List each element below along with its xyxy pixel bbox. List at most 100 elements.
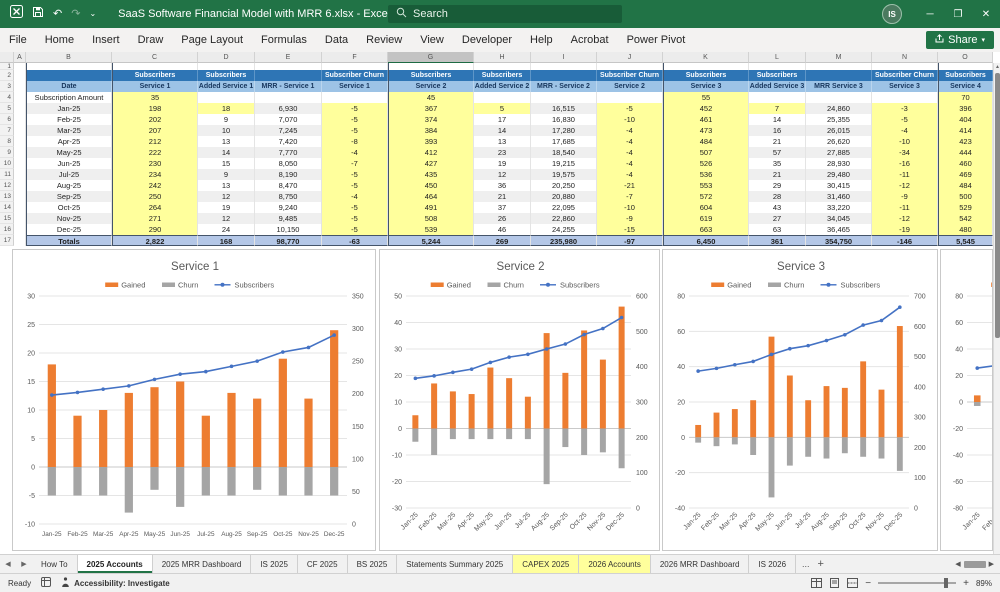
cell[interactable]: Sep-25	[26, 191, 112, 202]
cell[interactable]	[531, 63, 597, 70]
cell[interactable]: 572	[663, 191, 749, 202]
cell[interactable]: 469	[938, 169, 993, 180]
cell[interactable]: -5	[322, 180, 388, 191]
horizontal-scrollbar[interactable]: ◀ ▶	[955, 555, 1000, 573]
row-header-5[interactable]: 5	[0, 103, 14, 114]
cell[interactable]: 367	[388, 103, 474, 114]
cell[interactable]	[938, 63, 993, 70]
cell[interactable]: 435	[388, 169, 474, 180]
cell[interactable]: 414	[938, 125, 993, 136]
cell[interactable]: -4	[322, 191, 388, 202]
cell[interactable]: 31,460	[806, 191, 872, 202]
cell[interactable]: Subscribers	[112, 70, 198, 81]
cell[interactable]: 423	[938, 136, 993, 147]
cell[interactable]: 427	[388, 158, 474, 169]
cell[interactable]: 19	[474, 158, 531, 169]
cell[interactable]: Nov-25	[26, 213, 112, 224]
row-header-8[interactable]: 8	[0, 136, 14, 147]
row-header-6[interactable]: 6	[0, 114, 14, 125]
cell[interactable]: 29	[749, 180, 806, 191]
cell[interactable]	[749, 63, 806, 70]
cell[interactable]: 14	[749, 114, 806, 125]
row-header-3[interactable]: 3	[0, 81, 14, 92]
cell[interactable]: Service 2	[388, 81, 474, 92]
macro-record-icon[interactable]	[41, 577, 51, 589]
cell[interactable]	[14, 70, 26, 81]
cell[interactable]: 28,930	[806, 158, 872, 169]
cell[interactable]: 452	[663, 103, 749, 114]
cell[interactable]: -9	[872, 191, 938, 202]
column-header-D[interactable]: D	[198, 52, 255, 63]
cell[interactable]: MRR - Service 1	[255, 81, 322, 92]
cell[interactable]: 473	[663, 125, 749, 136]
cell[interactable]: 5	[474, 103, 531, 114]
cell[interactable]: 9,240	[255, 202, 322, 213]
cell[interactable]	[14, 191, 26, 202]
cell[interactable]: 7,770	[255, 147, 322, 158]
column-header-B[interactable]: B	[26, 52, 112, 63]
cell[interactable]: 235,980	[531, 235, 597, 246]
cell[interactable]: 22,095	[531, 202, 597, 213]
cell[interactable]: 460	[938, 158, 993, 169]
cell[interactable]: -10	[597, 114, 663, 125]
cell[interactable]: 526	[663, 158, 749, 169]
cell[interactable]: MRR - Service 2	[531, 81, 597, 92]
cell[interactable]	[322, 63, 388, 70]
cell[interactable]: 17	[474, 114, 531, 125]
cell[interactable]: 539	[388, 224, 474, 235]
column-header-G[interactable]: G	[388, 52, 474, 63]
hscroll-right-icon[interactable]: ▶	[989, 560, 994, 568]
ribbon-tab-file[interactable]: File	[0, 28, 36, 52]
cell[interactable]: 15	[198, 158, 255, 169]
cell[interactable]: Subscribers	[474, 70, 531, 81]
cell[interactable]: 663	[663, 224, 749, 235]
cell[interactable]: Jan-25	[26, 103, 112, 114]
cell[interactable]	[14, 103, 26, 114]
cell[interactable]: 9,485	[255, 213, 322, 224]
cell[interactable]	[14, 147, 26, 158]
row-header-16[interactable]: 16	[0, 224, 14, 235]
excel-logo-icon[interactable]	[10, 5, 23, 23]
cell[interactable]: 212	[112, 136, 198, 147]
cell[interactable]: 29,480	[806, 169, 872, 180]
cell[interactable]: -4	[597, 147, 663, 158]
cell[interactable]: 14	[474, 125, 531, 136]
zoom-percent[interactable]: 89%	[976, 579, 992, 588]
cell[interactable]: -5	[322, 224, 388, 235]
cell[interactable]: 269	[474, 235, 531, 246]
cell[interactable]: Subscriber Churn	[597, 70, 663, 81]
cell[interactable]	[806, 63, 872, 70]
cell[interactable]: 28	[749, 191, 806, 202]
cell[interactable]: -34	[872, 147, 938, 158]
cell[interactable]: 396	[938, 103, 993, 114]
row-header-14[interactable]: 14	[0, 202, 14, 213]
cell[interactable]	[872, 63, 938, 70]
cell[interactable]: 27,885	[806, 147, 872, 158]
cell[interactable]: 242	[112, 180, 198, 191]
sheet-tab[interactable]: 2025 Accounts	[78, 555, 153, 573]
cell[interactable]: 7,070	[255, 114, 322, 125]
cell[interactable]: 230	[112, 158, 198, 169]
cell[interactable]: 24,860	[806, 103, 872, 114]
cell[interactable]: 24	[198, 224, 255, 235]
cell[interactable]	[14, 213, 26, 224]
cell[interactable]: Feb-25	[26, 114, 112, 125]
ribbon-tab-page-layout[interactable]: Page Layout	[172, 28, 252, 52]
cell[interactable]: Service 3	[663, 81, 749, 92]
cell[interactable]: 13	[198, 136, 255, 147]
cell[interactable]: -10	[872, 136, 938, 147]
cell[interactable]: Totals	[26, 235, 112, 246]
cell[interactable]	[198, 63, 255, 70]
cell[interactable]: 6,450	[663, 235, 749, 246]
cell[interactable]: 19,215	[531, 158, 597, 169]
cell[interactable]: 20,880	[531, 191, 597, 202]
ribbon-tab-draw[interactable]: Draw	[129, 28, 173, 52]
cell[interactable]: 604	[663, 202, 749, 213]
cell[interactable]: 98,770	[255, 235, 322, 246]
cell[interactable]: 290	[112, 224, 198, 235]
cell[interactable]: 33,220	[806, 202, 872, 213]
cell[interactable]	[14, 125, 26, 136]
cell[interactable]	[14, 224, 26, 235]
cell[interactable]: 21	[749, 169, 806, 180]
cell[interactable]	[14, 235, 26, 246]
